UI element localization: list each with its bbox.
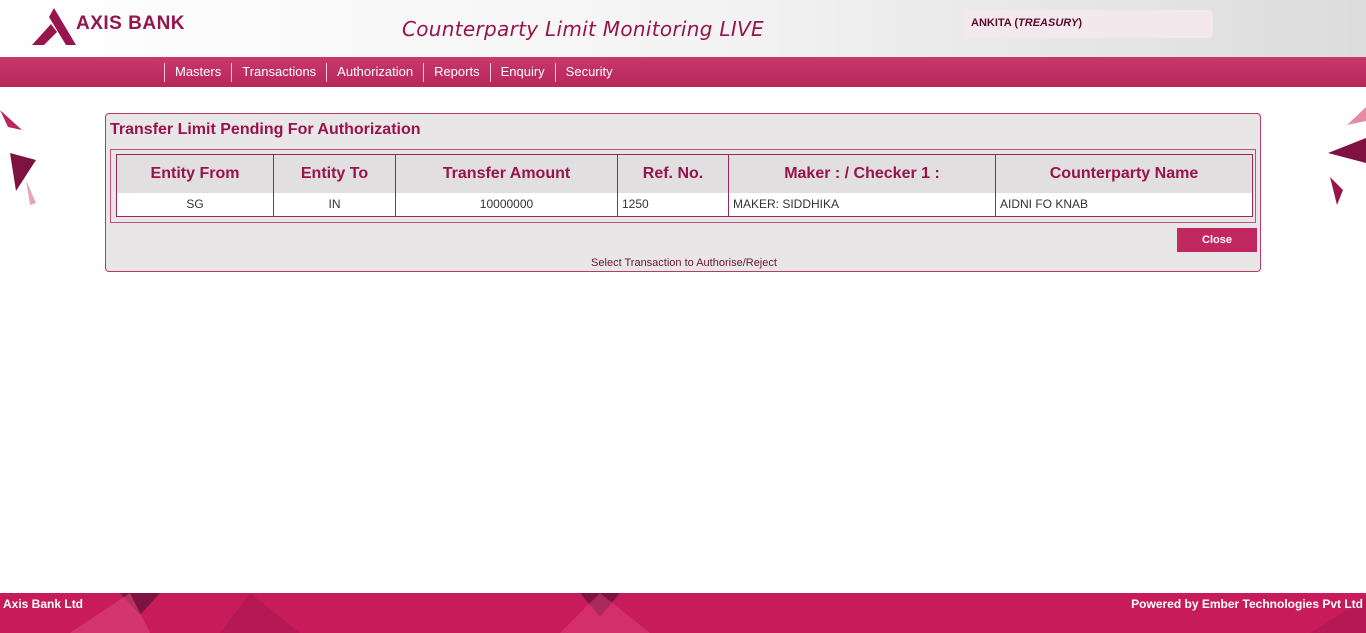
nav-item-transactions[interactable]: Transactions (231, 63, 326, 82)
footer-company: Axis Bank Ltd (3, 597, 84, 611)
user-role-close: ) (1078, 17, 1083, 29)
user-role: TREASURY (1018, 17, 1079, 29)
cell-counterparty-name[interactable]: AIDNI FO KNAB (995, 192, 1253, 217)
table-wrapper: Entity From Entity To Transfer Amount Re… (110, 149, 1256, 223)
instruction-text: Select Transaction to Authorise/Reject (591, 257, 777, 269)
table-row[interactable]: SG IN 10000000 1250 MAKER: SIDDHIKA AIDN… (116, 192, 1253, 217)
column-header-entity-to: Entity To (273, 154, 396, 193)
column-header-maker-checker: Maker : / Checker 1 : (728, 154, 996, 193)
pending-authorization-table: Entity From Entity To Transfer Amount Re… (116, 154, 1253, 217)
left-decoration (0, 110, 36, 205)
column-header-ref-no: Ref. No. (617, 154, 729, 193)
transfer-limit-panel: Transfer Limit Pending For Authorization… (105, 113, 1261, 272)
axis-bank-logo[interactable]: AXIS BANK (32, 8, 192, 48)
column-header-counterparty-name: Counterparty Name (995, 154, 1253, 193)
close-button[interactable]: Close (1177, 228, 1257, 252)
cell-entity-to[interactable]: IN (273, 192, 396, 217)
cell-entity-from[interactable]: SG (116, 192, 274, 217)
table-header-row: Entity From Entity To Transfer Amount Re… (116, 154, 1253, 193)
panel-title: Transfer Limit Pending For Authorization (110, 121, 421, 138)
nav-item-masters[interactable]: Masters (164, 63, 231, 82)
footer-powered-by: Powered by Ember Technologies Pvt Ltd (1131, 597, 1363, 611)
column-header-entity-from: Entity From (116, 154, 274, 193)
main-nav: Masters Transactions Authorization Repor… (0, 57, 1366, 87)
right-decoration (1328, 107, 1366, 205)
axis-bank-logo-icon (32, 8, 76, 45)
cell-ref-no[interactable]: 1250 (617, 192, 729, 217)
cell-transfer-amount[interactable]: 10000000 (395, 192, 618, 217)
header: AXIS BANK Counterparty Limit Monitoring … (0, 0, 1366, 57)
app-title: Counterparty Limit Monitoring LIVE (402, 17, 764, 41)
footer: Axis Bank Ltd Powered by Ember Technolog… (0, 593, 1366, 633)
user-name: ANKITA ( (971, 17, 1019, 29)
logo-text: AXIS BANK (76, 13, 186, 34)
nav-item-authorization[interactable]: Authorization (326, 63, 423, 82)
nav-item-security[interactable]: Security (554, 63, 623, 82)
cell-maker-checker[interactable]: MAKER: SIDDHIKA (728, 192, 996, 217)
nav-item-enquiry[interactable]: Enquiry (489, 63, 555, 82)
column-header-transfer-amount: Transfer Amount (395, 154, 618, 193)
user-info: ANKITA (TREASURY) (963, 10, 1213, 38)
nav-item-reports[interactable]: Reports (423, 63, 490, 82)
